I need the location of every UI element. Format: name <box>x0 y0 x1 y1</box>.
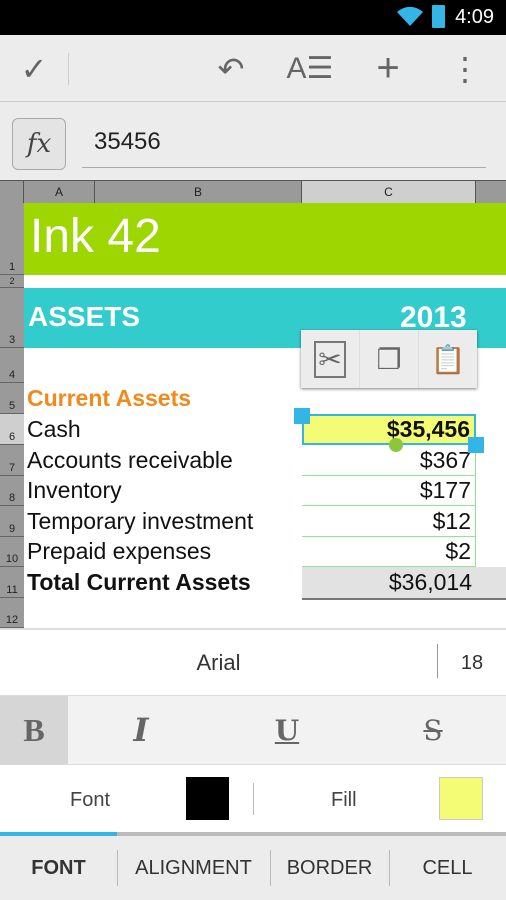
selected-cell[interactable]: $35,456 <box>302 414 476 445</box>
item-value[interactable]: $2 <box>302 537 476 567</box>
tab-border[interactable]: BORDER <box>270 832 389 900</box>
item-label[interactable]: Prepaid expenses <box>27 538 211 565</box>
total-value[interactable]: $36,014 <box>302 567 506 600</box>
section-label[interactable]: ASSETS <box>28 301 140 333</box>
font-size-selector[interactable]: 18 <box>438 652 506 675</box>
clipboard-icon: 📋 <box>430 343 466 375</box>
strikethrough-button[interactable]: S <box>360 696 506 764</box>
item-value[interactable]: $12 <box>302 506 476 537</box>
copy-button[interactable]: ❐ <box>360 330 419 388</box>
row-header[interactable]: 5 <box>0 383 24 414</box>
copy-icon: ❐ <box>376 343 402 375</box>
color-row: Font Fill <box>0 765 506 832</box>
row-header[interactable]: 7 <box>0 445 24 476</box>
undo-button[interactable]: ↶ <box>200 35 262 102</box>
scissors-icon: ✂ <box>314 340 346 378</box>
item-label[interactable]: Accounts receivable <box>27 447 233 474</box>
row-header[interactable]: 6 <box>0 414 24 445</box>
function-button[interactable]: fx <box>12 118 66 170</box>
column-header-a[interactable]: A <box>24 181 95 204</box>
row-header[interactable]: 9 <box>0 506 24 537</box>
wifi-icon <box>397 7 423 26</box>
fill-color-label: Fill <box>331 789 357 811</box>
italic-button[interactable]: I <box>68 696 214 764</box>
sheet-title[interactable]: Ink 42 <box>30 209 161 264</box>
font-name-selector[interactable]: Arial <box>0 650 437 676</box>
undo-icon: ↶ <box>217 50 245 87</box>
item-label[interactable]: Inventory <box>27 477 122 504</box>
underline-button[interactable]: U <box>214 696 360 764</box>
title-row: Ink 42 <box>24 203 506 275</box>
row-header[interactable]: 8 <box>0 476 24 506</box>
row-header[interactable]: 11 <box>0 567 24 598</box>
text-format-icon: A☰ <box>286 52 334 85</box>
overflow-menu-button[interactable]: ⋮ <box>440 35 490 102</box>
fill-handle[interactable] <box>389 438 403 452</box>
column-headers: A B C <box>0 180 506 204</box>
subheading[interactable]: Current Assets <box>27 385 191 412</box>
text-style-row: B I U S <box>0 695 506 765</box>
row-header[interactable]: 10 <box>0 537 24 567</box>
context-menu: ✂ ❐ 📋 <box>301 330 477 388</box>
column-header-c[interactable]: C <box>302 181 476 204</box>
row-header[interactable]: 2 <box>0 275 24 288</box>
add-button[interactable]: + <box>358 35 418 102</box>
tab-alignment[interactable]: ALIGNMENT <box>117 832 270 900</box>
tab-cell[interactable]: CELL <box>389 832 506 900</box>
font-row: Arial 18 <box>0 628 506 695</box>
column-header-b[interactable]: B <box>95 181 302 204</box>
plus-icon: + <box>376 46 400 90</box>
formula-bar: fx 35456 <box>0 102 506 180</box>
row-header[interactable]: 12 <box>0 598 24 628</box>
cut-button[interactable]: ✂ <box>301 330 360 388</box>
paste-button[interactable]: 📋 <box>419 330 477 388</box>
check-icon: ✓ <box>20 50 48 87</box>
font-color-label: Font <box>70 789 111 811</box>
item-label[interactable]: Cash <box>27 416 81 443</box>
row-header[interactable]: 3 <box>0 288 24 348</box>
row-header[interactable]: 1 <box>0 203 24 275</box>
selection-handle-end[interactable] <box>468 437 484 453</box>
selection-handle-start[interactable] <box>294 408 310 424</box>
text-format-button[interactable]: A☰ <box>280 35 340 102</box>
status-bar: 4:09 <box>0 0 506 35</box>
format-tabs: FONT ALIGNMENT BORDER CELL <box>0 832 506 900</box>
confirm-button[interactable]: ✓ <box>0 35 68 102</box>
item-value[interactable]: $367 <box>302 445 476 476</box>
bold-button[interactable]: B <box>0 696 68 764</box>
toolbar: ✓ ↶ A☰ + ⋮ <box>0 35 506 102</box>
formula-input[interactable]: 35456 <box>82 118 486 168</box>
font-color-swatch[interactable] <box>186 777 229 820</box>
row-header[interactable]: 4 <box>0 348 24 383</box>
item-value[interactable]: $177 <box>302 476 476 506</box>
item-label[interactable]: Temporary investment <box>27 508 253 535</box>
battery-icon <box>432 5 445 28</box>
fill-color-swatch[interactable] <box>439 777 483 820</box>
overflow-menu-icon: ⋮ <box>449 50 481 87</box>
clock: 4:09 <box>455 6 494 28</box>
total-label[interactable]: Total Current Assets <box>27 569 251 596</box>
tab-font[interactable]: FONT <box>0 832 117 900</box>
